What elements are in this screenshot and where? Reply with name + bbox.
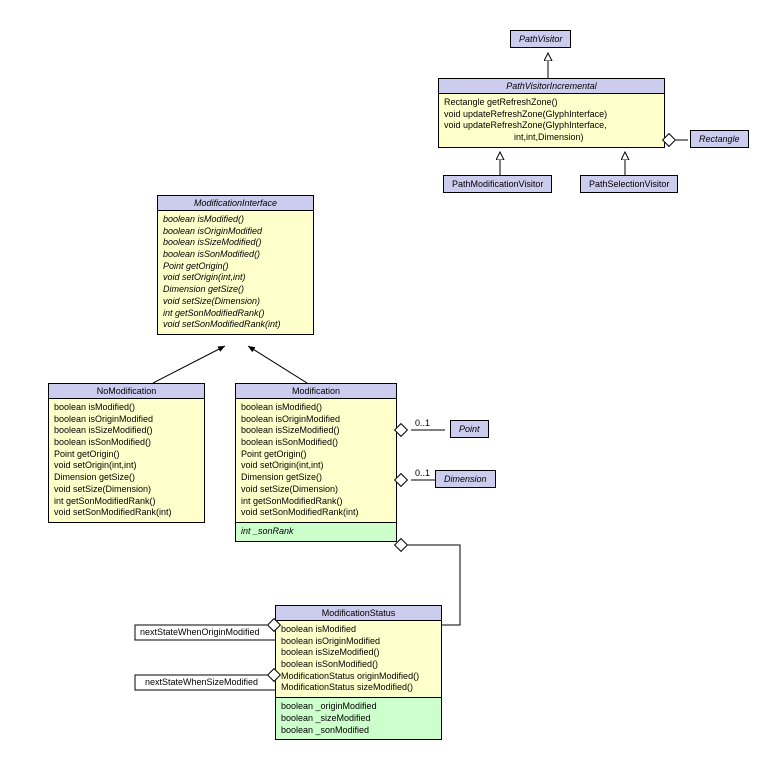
multiplicity-dimension: 0..1 [415, 468, 430, 478]
point-class: Point [450, 420, 489, 438]
no-modification-class: NoModification boolean isModified()boole… [48, 383, 205, 523]
modification-status-class: ModificationStatus boolean isModifiedboo… [275, 605, 442, 740]
path-modification-visitor-class: PathModificationVisitor [443, 175, 552, 193]
next-size-label: nextStateWhenSizeModified [145, 677, 258, 687]
dimension-class: Dimension [435, 470, 496, 488]
modification-class: Modification boolean isModified()boolean… [235, 383, 397, 542]
path-visitor-class: PathVisitor [510, 30, 571, 48]
modification-interface-class: ModificationInterface boolean isModified… [157, 195, 314, 335]
path-visitor-incremental-class: PathVisitorIncremental Rectangle getRefr… [438, 78, 665, 148]
multiplicity-point: 0..1 [415, 418, 430, 428]
next-origin-label: nextStateWhenOriginModified [140, 627, 260, 637]
rectangle-class: Rectangle [690, 130, 749, 148]
path-selection-visitor-class: PathSelectionVisitor [580, 175, 678, 193]
